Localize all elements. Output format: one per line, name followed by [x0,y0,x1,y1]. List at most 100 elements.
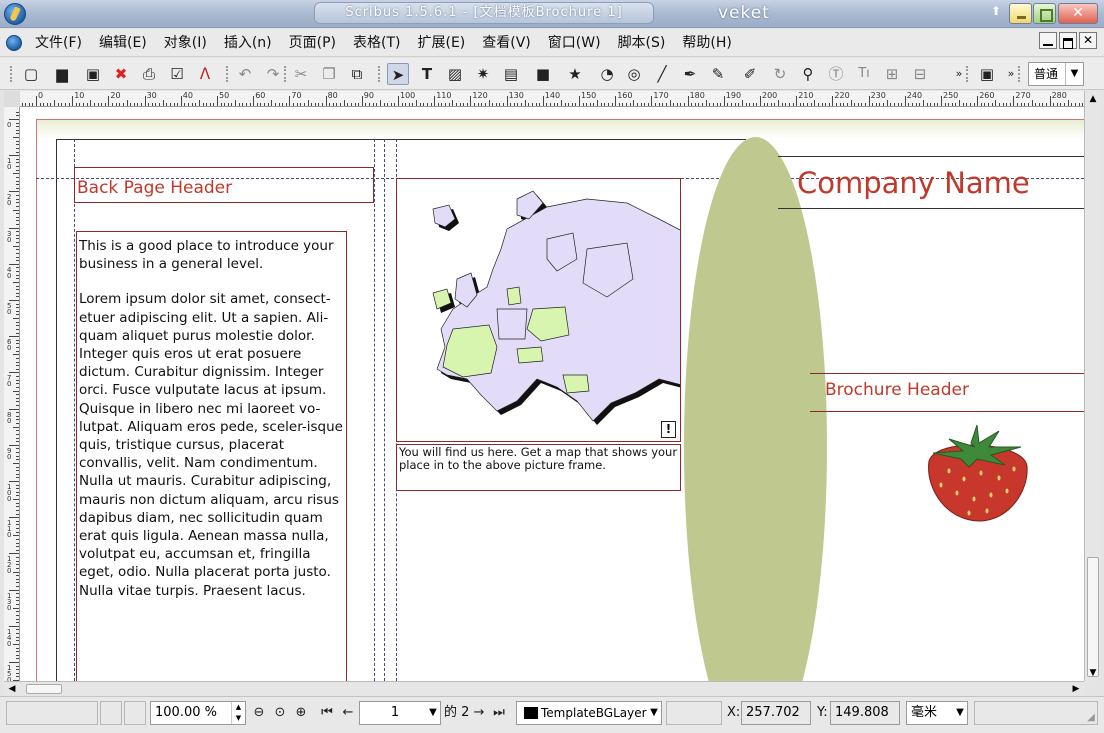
back-header-frame[interactable]: Back Page Header [74,167,374,203]
zoom-spinner-icon[interactable]: ▲ ▼ [231,702,245,724]
layer-select[interactable]: TemplateBGLayer ▼ [516,701,662,725]
scroll-up-icon[interactable]: ▲ [1087,93,1099,105]
cut-icon[interactable]: ✂ [290,63,312,85]
next-page-icon[interactable]: → [470,704,488,722]
column-guide[interactable] [74,139,75,681]
print-icon[interactable]: ⎙ [138,63,160,85]
polygon-star-icon[interactable]: ★ [564,63,586,85]
copy-icon[interactable]: ❐ [318,63,340,85]
rotate-icon[interactable]: ↻ [769,63,791,85]
document-canvas[interactable]: Company Name Brochure Header Back Page H… [20,107,1084,681]
ruler-tick [16,488,19,490]
page-number-select[interactable]: 1 ▼ [359,701,441,725]
ruler-tick [9,625,19,627]
horizontal-scrollbar[interactable]: ◀ ▶ [4,681,1084,695]
window-minimize-button[interactable] [1009,3,1032,24]
vertical-scrollbar[interactable]: ▲ ▼ [1084,91,1100,681]
link-frames-icon[interactable]: ⊞ [881,63,903,85]
text-frame-icon[interactable]: T [416,63,438,85]
ruler-corner[interactable] [4,91,20,107]
close-document-icon[interactable]: ✖ [110,63,132,85]
scroll-right-icon[interactable]: ▶ [1070,683,1082,695]
toolbar-grip[interactable] [226,66,230,82]
table-icon[interactable]: ▤ [500,63,522,85]
scroll-down-icon[interactable]: ▼ [1087,667,1099,679]
menu-extras[interactable]: 扩展(E) [408,29,473,57]
menu-insert[interactable]: 插入(n) [215,29,280,57]
menu-help[interactable]: 帮助(H) [673,29,739,57]
toolbar-grip[interactable] [10,66,14,82]
document-close-button[interactable]: ✕ [1079,32,1097,49]
menu-object[interactable]: 对象(I) [155,29,215,57]
window-maximize-button[interactable] [1033,3,1056,24]
zoom-input[interactable]: 100.00 % ▲ ▼ [150,701,246,725]
vertical-ruler[interactable]: 0 10 20 30 40 50 60 70 80 90 100 110 120 130 140 150 [4,107,20,681]
ruler-tick [524,100,526,106]
menu-page[interactable]: 页面(P) [280,29,344,57]
scroll-left-icon[interactable]: ◀ [6,683,18,695]
zoom-actual-icon[interactable]: ⊙ [271,704,289,722]
window-title-bar[interactable]: Scribus 1.5.6.1 - [文档模板Brochure 1] veket… [0,0,1104,28]
document-icon[interactable] [6,35,22,51]
calligraphic-icon[interactable]: ✐ [739,63,761,85]
preview-mode-icon[interactable]: ▣ [976,63,998,85]
menu-edit[interactable]: 编辑(E) [90,29,155,57]
toolbar-grip[interactable] [284,66,288,82]
shape-icon[interactable]: ■ [532,63,554,85]
toolbar-grip[interactable] [1018,66,1022,82]
map-image-frame[interactable]: ! [396,178,681,442]
new-document-icon[interactable]: ▢ [20,63,42,85]
freehand-pencil-icon[interactable]: ✎ [707,63,729,85]
menu-view[interactable]: 查看(V) [473,29,539,57]
resize-grip-icon[interactable]: ◢ [1082,709,1100,727]
preflight-check-icon[interactable]: ☑ [166,63,188,85]
menu-script[interactable]: 脚本(S) [609,29,674,57]
first-page-icon[interactable]: ⏮ [318,704,336,722]
menu-table[interactable]: 表格(T) [344,29,408,57]
redo-icon[interactable]: ↷ [262,63,284,85]
toolbar-grip[interactable] [966,66,970,82]
zoom-icon[interactable]: ⚲ [797,63,819,85]
line-icon[interactable]: ╱ [651,63,673,85]
brochure-header[interactable]: Brochure Header [825,380,969,400]
edit-text-icon[interactable]: Ⓣ [825,63,847,85]
map-caption-frame[interactable]: You will find us here. Get a map that sh… [396,444,681,491]
body-text-frame[interactable]: This is a good place to introduce your b… [76,231,347,681]
document-minimize-button[interactable] [1039,32,1057,49]
save-icon[interactable]: ▣ [82,63,104,85]
last-page-icon[interactable]: ⏭ [490,704,508,722]
paragraph-style-select[interactable]: 普通 ▼ [1028,62,1084,86]
scribus-app-icon[interactable] [4,3,26,25]
export-pdf-icon[interactable]: ᐱ [194,63,216,85]
window-close-button[interactable]: ✕ [1058,3,1098,24]
decorative-green-oval[interactable] [684,137,827,681]
paste-icon[interactable]: ⧉ [346,63,368,85]
text-story-icon[interactable]: Tı [853,63,875,85]
horizontal-scroll-thumb[interactable] [26,684,62,694]
select-arrow-icon[interactable]: ➤ [387,63,409,85]
vertical-scroll-thumb[interactable] [1087,557,1099,677]
previous-page-icon[interactable]: ← [339,704,357,722]
strawberry-image[interactable] [919,421,1031,525]
image-frame-icon[interactable]: ▨ [444,63,466,85]
toolbar-grip[interactable] [378,66,382,82]
missing-image-warning-icon[interactable]: ! [661,421,676,438]
zoom-out-icon[interactable]: ⊖ [250,704,268,722]
open-folder-icon[interactable]: ▆ [51,63,73,85]
bezier-pen-icon[interactable]: ✒ [679,63,701,85]
company-name[interactable]: Company Name [797,166,1030,200]
column-guide[interactable] [374,139,375,681]
menu-file[interactable]: 文件(F) [26,29,90,57]
horizontal-ruler[interactable]: 0 10 20 30 40 50 60 70 80 90 100 110 120 130 140 150 160… [20,91,1084,107]
column-guide[interactable] [384,139,385,681]
spiral-icon[interactable]: ◎ [623,63,645,85]
unit-select[interactable]: 毫米 ▼ [906,701,968,725]
zoom-in-icon[interactable]: ⊕ [292,704,310,722]
keep-above-icon[interactable]: ⬆ [988,4,1004,20]
document-restore-button[interactable] [1059,32,1077,49]
render-frame-icon[interactable]: ✷ [472,63,494,85]
arc-icon[interactable]: ◔ [596,63,618,85]
menu-window[interactable]: 窗口(W) [539,29,609,57]
undo-icon[interactable]: ↶ [234,63,256,85]
unlink-frames-icon[interactable]: ⊟ [909,63,931,85]
